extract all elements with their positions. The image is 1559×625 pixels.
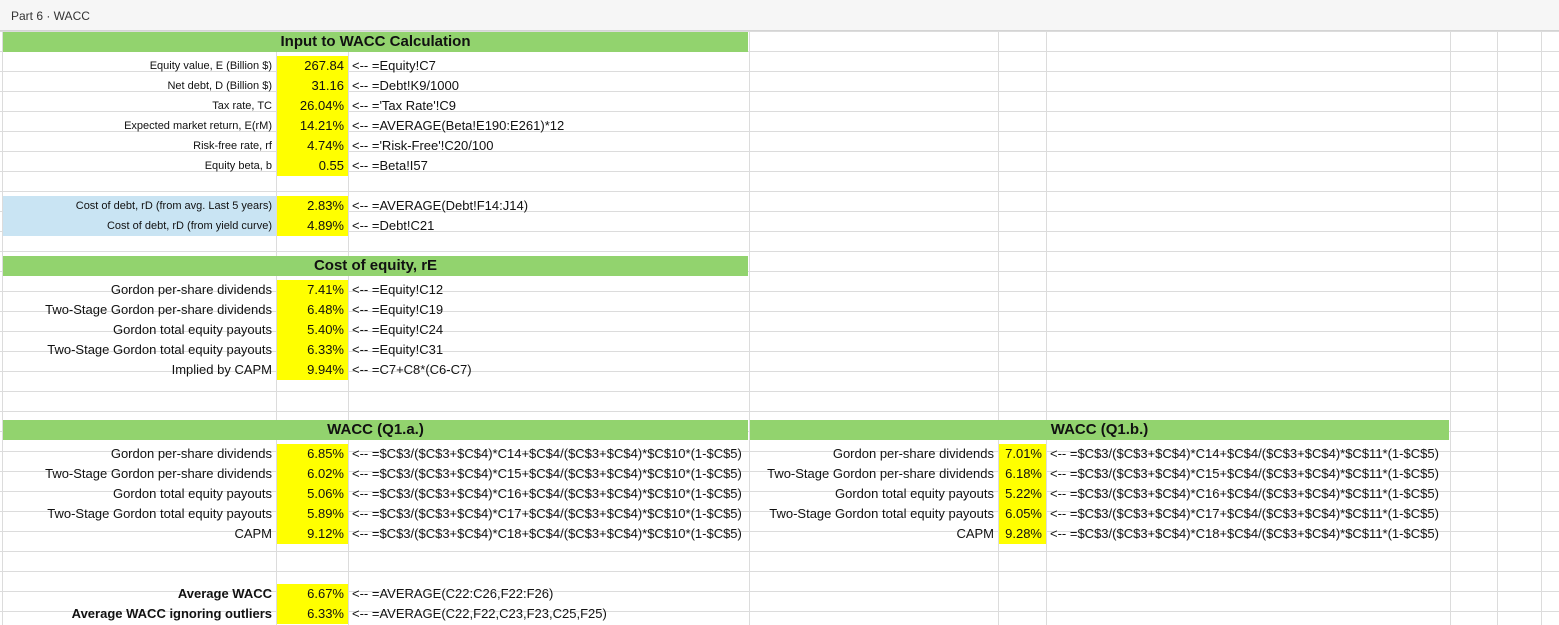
input-label: Risk-free rate, rf: [193, 140, 272, 152]
formula-note: <-- =$C$3/($C$3+$C$4)*C17+$C$4/($C$3+$C$…: [352, 506, 742, 521]
gridline-vertical: [1541, 31, 1542, 625]
formula-note: <-- =$C$3/($C$3+$C$4)*C17+$C$4/($C$3+$C$…: [1050, 506, 1439, 521]
wacc-b-label: Gordon per-share dividends: [832, 446, 994, 461]
cost-of-equity-value-cell[interactable]: 6.33%: [277, 340, 348, 360]
cost-of-debt-value-cell[interactable]: 4.89%: [277, 216, 348, 236]
formula-note: <-- =AVERAGE(Debt!F14:J14): [352, 198, 529, 213]
input-value-cell[interactable]: 0.55: [277, 156, 348, 176]
formula-note: <-- =$C$3/($C$3+$C$4)*C14+$C$4/($C$3+$C$…: [352, 446, 742, 461]
cost-of-equity-value-cell[interactable]: 6.48%: [277, 300, 348, 320]
gridline-horizontal: [0, 571, 1559, 572]
input-value-cell[interactable]: 14.21%: [277, 116, 348, 136]
formula-note: <-- =AVERAGE(C22:C26,F22:F26): [352, 586, 554, 601]
cost-of-equity-label: Two-Stage Gordon per-share dividends: [45, 302, 272, 317]
gridline-horizontal: [0, 551, 1559, 552]
formula-note: <-- =Beta!I57: [352, 158, 428, 173]
formula-note: <-- =Debt!C21: [352, 218, 435, 233]
wacc-a-value-cell[interactable]: 9.12%: [277, 524, 348, 544]
cost-of-equity-value-cell[interactable]: 9.94%: [277, 360, 348, 380]
gridline-horizontal: [0, 251, 1559, 252]
spreadsheet-grid[interactable]: Input to WACC Calculation Cost of equity…: [0, 31, 1559, 625]
gridline-horizontal: [0, 191, 1559, 192]
cost-of-equity-label: Implied by CAPM: [171, 362, 272, 377]
wacc-b-label: Gordon total equity payouts: [835, 486, 994, 501]
input-label: Expected market return, E(rM): [124, 120, 272, 132]
formula-note: <-- =Debt!K9/1000: [352, 78, 459, 93]
wacc-a-value-cell[interactable]: 6.02%: [277, 464, 348, 484]
input-value-cell[interactable]: 26.04%: [277, 96, 348, 116]
cost-of-equity-value-cell[interactable]: 5.40%: [277, 320, 348, 340]
cost-of-equity-label: Two-Stage Gordon total equity payouts: [47, 342, 272, 357]
input-value-cell[interactable]: 4.74%: [277, 136, 348, 156]
input-label: Equity value, E (Billion $): [149, 60, 272, 72]
formula-note: <-- =Equity!C7: [352, 58, 436, 73]
formula-note: <-- =Equity!C19: [352, 302, 444, 317]
wacc-b-value-cell[interactable]: 6.18%: [999, 464, 1046, 484]
wacc-a-label: CAPM: [234, 526, 272, 541]
input-label: Tax rate, TC: [212, 100, 272, 112]
cost-of-debt-value-cell[interactable]: 2.83%: [277, 196, 348, 216]
wacc-a-label: Gordon per-share dividends: [110, 446, 272, 461]
formula-note: <-- ='Risk-Free'!C20/100: [352, 138, 494, 153]
cost-of-equity-label: Gordon total equity payouts: [113, 322, 272, 337]
wacc-a-value-cell[interactable]: 5.89%: [277, 504, 348, 524]
formula-note: <-- =$C$3/($C$3+$C$4)*C14+$C$4/($C$3+$C$…: [1050, 446, 1439, 461]
wacc-a-label: Gordon total equity payouts: [113, 486, 272, 501]
wacc-a-value-cell[interactable]: 6.85%: [277, 444, 348, 464]
formula-note: <-- =Equity!C31: [352, 342, 444, 357]
formula-note: <-- =$C$3/($C$3+$C$4)*C16+$C$4/($C$3+$C$…: [352, 486, 742, 501]
wacc-b-label: CAPM: [956, 526, 994, 541]
section-header-inputs: Input to WACC Calculation: [3, 32, 748, 52]
cost-of-debt-label: Cost of debt, rD (from avg. Last 5 years…: [3, 196, 276, 216]
cost-of-equity-value-cell[interactable]: 7.41%: [277, 280, 348, 300]
input-label: Net debt, D (Billion $): [167, 80, 272, 92]
gridline-vertical: [1450, 31, 1451, 625]
input-value-cell[interactable]: 267.84: [277, 56, 348, 76]
section-header-wacc-b: WACC (Q1.b.): [750, 420, 1449, 440]
gridline-horizontal: [0, 411, 1559, 412]
wacc-a-label: Two-Stage Gordon per-share dividends: [45, 466, 272, 481]
formula-note: <-- =Equity!C24: [352, 322, 444, 337]
formula-note: <-- =$C$3/($C$3+$C$4)*C16+$C$4/($C$3+$C$…: [1050, 486, 1439, 501]
cost-of-equity-label: Gordon per-share dividends: [110, 282, 272, 297]
formula-note: <-- =AVERAGE(Beta!E190:E261)*12: [352, 118, 565, 133]
wacc-b-value-cell[interactable]: 5.22%: [999, 484, 1046, 504]
input-label: Equity beta, b: [204, 160, 272, 172]
summary-value-cell[interactable]: 6.67%: [277, 584, 348, 604]
formula-note: <-- =$C$3/($C$3+$C$4)*C15+$C$4/($C$3+$C$…: [1050, 466, 1439, 481]
summary-label: Average WACC ignoring outliers: [71, 606, 272, 621]
formula-note: <-- ='Tax Rate'!C9: [352, 98, 456, 113]
wacc-b-label: Two-Stage Gordon per-share dividends: [767, 466, 994, 481]
wacc-a-label: Two-Stage Gordon total equity payouts: [47, 506, 272, 521]
wacc-b-value-cell[interactable]: 6.05%: [999, 504, 1046, 524]
sheet-title: Part 6 · WACC: [11, 9, 90, 23]
summary-value-cell[interactable]: 6.33%: [277, 604, 348, 624]
wacc-b-label: Two-Stage Gordon total equity payouts: [769, 506, 994, 521]
formula-note: <-- =$C$3/($C$3+$C$4)*C18+$C$4/($C$3+$C$…: [1050, 526, 1439, 541]
formula-note: <-- =AVERAGE(C22,F22,C23,F23,C25,F25): [352, 606, 607, 621]
wacc-a-value-cell[interactable]: 5.06%: [277, 484, 348, 504]
formula-note: <-- =Equity!C12: [352, 282, 444, 297]
gridline-vertical: [1497, 31, 1498, 625]
gridline-horizontal: [0, 391, 1559, 392]
summary-label: Average WACC: [177, 586, 272, 601]
section-header-wacc-a: WACC (Q1.a.): [3, 420, 748, 440]
wacc-b-value-cell[interactable]: 7.01%: [999, 444, 1046, 464]
wacc-b-value-cell[interactable]: 9.28%: [999, 524, 1046, 544]
formula-note: <-- =C7+C8*(C6-C7): [352, 362, 472, 377]
section-header-cost-of-equity: Cost of equity, rE: [3, 256, 748, 276]
formula-note: <-- =$C$3/($C$3+$C$4)*C15+$C$4/($C$3+$C$…: [352, 466, 742, 481]
cost-of-debt-label: Cost of debt, rD (from yield curve): [3, 216, 276, 236]
formula-note: <-- =$C$3/($C$3+$C$4)*C18+$C$4/($C$3+$C$…: [352, 526, 742, 541]
sheet-title-bar: Part 6 · WACC: [0, 0, 1559, 31]
input-value-cell[interactable]: 31.16: [277, 76, 348, 96]
